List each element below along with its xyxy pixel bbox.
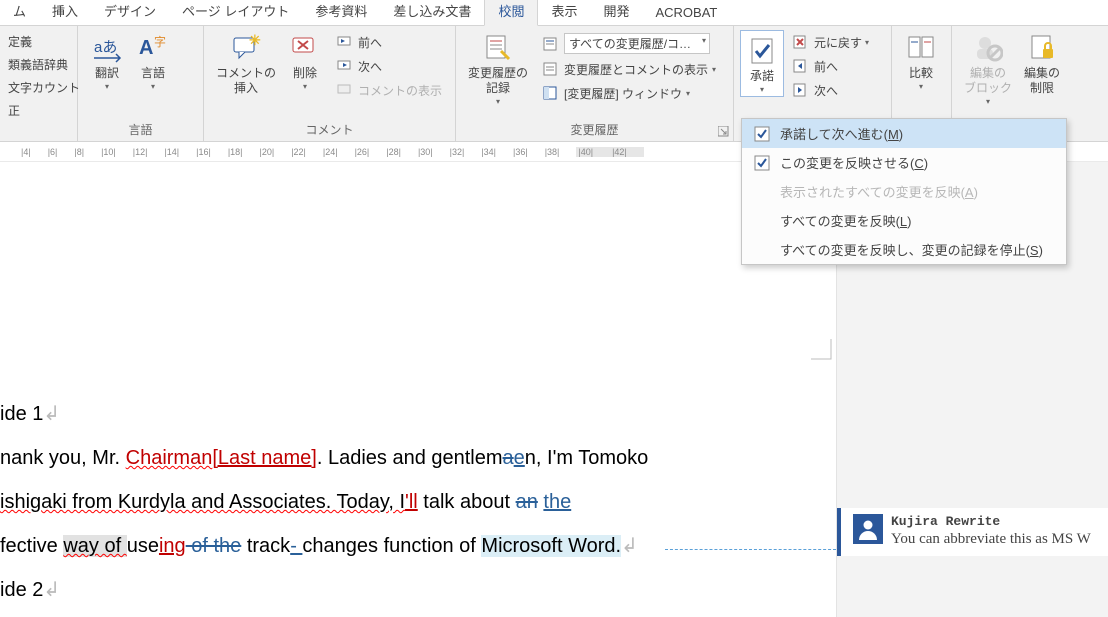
tab-acrobat[interactable]: ACROBAT: [642, 1, 730, 25]
delete-comment-button[interactable]: 削除 ▾: [282, 30, 328, 91]
language-button[interactable]: A字 言語 ▾: [130, 30, 176, 91]
tab-mailings[interactable]: 差し込み文書: [380, 0, 484, 25]
comment-body: You can abbreviate this as MS W: [891, 531, 1100, 548]
reviewing-pane-button[interactable]: [変更履歴] ウィンドウ ▾: [538, 81, 720, 105]
thesaurus-button[interactable]: 類義語辞典: [4, 53, 84, 76]
block-authors-icon: [971, 30, 1005, 66]
comment-avatar-icon: [853, 514, 883, 544]
tab-page-layout[interactable]: ページ レイアウト: [169, 0, 302, 25]
comment-author: Kujira Rewrite: [853, 514, 1100, 529]
new-comment-button[interactable]: ✳ コメントの 挿入: [210, 30, 282, 96]
chevron-down-icon: ▾: [686, 89, 690, 98]
display-review-icon: [542, 35, 560, 53]
chevron-down-icon: ▾: [919, 82, 923, 91]
ribbon-tabs: ム 挿入 デザイン ページ レイアウト 参考資料 差し込み文書 校閲 表示 開発…: [0, 0, 1108, 26]
next-change-icon: [792, 81, 810, 99]
track-changes-button[interactable]: 変更履歴の 記録 ▾: [462, 30, 534, 106]
word-count-button[interactable]: 文字カウント: [4, 76, 84, 99]
delete-comment-icon: [288, 30, 322, 66]
compare-icon: [904, 30, 938, 66]
next-change-button[interactable]: 次へ: [788, 78, 873, 102]
chevron-down-icon: ▾: [986, 97, 990, 106]
chevron-down-icon: ▾: [303, 82, 307, 91]
next-comment-icon: [336, 57, 354, 75]
translate-button[interactable]: aあ 翻訳 ▾: [84, 30, 130, 91]
chevron-down-icon: ▾: [712, 65, 716, 74]
restrict-editing-button[interactable]: 編集の 制限: [1018, 30, 1066, 96]
show-markup-button[interactable]: 変更履歴とコメントの表示 ▾: [538, 57, 720, 81]
accept-all[interactable]: すべての変更を反映(L): [742, 206, 1066, 235]
translate-icon: aあ: [90, 30, 124, 66]
reject-icon: [792, 33, 810, 51]
compare-button[interactable]: 比較 ▾: [898, 30, 944, 91]
accept-check-icon: [752, 125, 772, 143]
crop-mark-icon: [811, 332, 839, 360]
show-comments-button: コメントの表示: [332, 78, 446, 102]
next-comment-button[interactable]: 次へ: [332, 54, 446, 78]
prev-comment-icon: [336, 33, 354, 51]
svg-text:A: A: [139, 37, 153, 59]
accept-this-change[interactable]: この変更を反映させる(C): [742, 148, 1066, 177]
reviewing-pane-icon: [542, 84, 560, 102]
svg-text:✳: ✳: [249, 33, 261, 48]
accept-button[interactable]: 承諾 ▾: [740, 30, 784, 97]
tab-review[interactable]: 校閲: [484, 0, 538, 26]
chevron-down-icon: ▾: [496, 97, 500, 106]
comment-connector: [665, 549, 836, 550]
tab-insert[interactable]: 挿入: [39, 0, 91, 25]
new-comment-icon: ✳: [229, 30, 263, 66]
accept-check-icon: [752, 154, 772, 172]
tab-view[interactable]: 表示: [538, 0, 590, 25]
tab-design[interactable]: デザイン: [91, 0, 169, 25]
prev-comment-button[interactable]: 前へ: [332, 30, 446, 54]
display-for-review-dropdown[interactable]: すべての変更履歴/コ… ▾: [538, 30, 720, 57]
track-changes-icon: [481, 30, 515, 66]
block-authors-button: 編集の ブロック ▾: [958, 30, 1018, 106]
define-button[interactable]: 定義: [4, 30, 84, 53]
accept-icon: [745, 33, 779, 69]
chevron-down-icon: ▾: [105, 82, 109, 91]
prev-change-button[interactable]: 前へ: [788, 54, 873, 78]
dialog-launcher-icon[interactable]: [718, 126, 729, 137]
group-language-label: 言語: [78, 119, 203, 141]
show-markup-icon: [542, 60, 560, 78]
svg-text:字: 字: [154, 34, 166, 49]
show-comments-icon: [336, 81, 354, 99]
tab-references[interactable]: 参考資料: [302, 0, 380, 25]
proofing-fragment[interactable]: 正: [4, 99, 84, 122]
accept-dropdown-menu: 承諾して次へ進む(M) この変更を反映させる(C) 表示されたすべての変更を反映…: [741, 118, 1067, 265]
tab-developer[interactable]: 開発: [590, 0, 642, 25]
prev-change-icon: [792, 57, 810, 75]
accept-and-move-next[interactable]: 承諾して次へ進む(M): [742, 119, 1066, 148]
chevron-down-icon: ▾: [760, 85, 764, 94]
accept-all-stop-tracking[interactable]: すべての変更を反映し、変更の記録を停止(S): [742, 235, 1066, 264]
group-tracking-label: 変更履歴: [456, 119, 733, 141]
restrict-editing-icon: [1025, 30, 1059, 66]
chevron-down-icon: ▾: [151, 82, 155, 91]
reject-button[interactable]: 元に戻す▾: [788, 30, 873, 54]
svg-text:aあ: aあ: [94, 39, 117, 56]
tab-home-fragment[interactable]: ム: [0, 0, 39, 25]
language-icon: A字: [136, 30, 170, 66]
group-comments-label: コメント: [204, 119, 455, 141]
accept-all-shown: 表示されたすべての変更を反映(A): [742, 177, 1066, 206]
comment-balloon[interactable]: Kujira Rewrite You can abbreviate this a…: [837, 508, 1108, 556]
